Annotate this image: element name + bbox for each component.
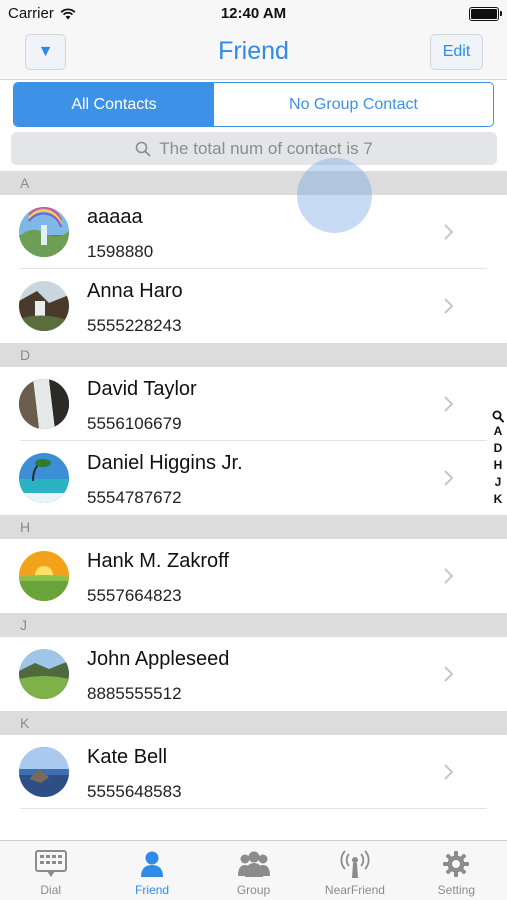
section-header-d: D (0, 343, 507, 367)
contact-row[interactable]: David Taylor 5556106679 (0, 367, 507, 441)
segment-no-group-contact[interactable]: No Group Contact (214, 83, 493, 126)
avatar (19, 551, 69, 601)
contact-name: Anna Haro (87, 280, 183, 302)
section-header-a: A (0, 171, 507, 195)
contact-row[interactable]: Daniel Higgins Jr. 5554787672 (0, 441, 507, 515)
group-icon (237, 849, 271, 879)
tab-label: Group (236, 883, 271, 897)
section-header-k: K (0, 711, 507, 735)
contact-list: A aaaaa 1598880 Anna Haro 5555228243 D D… (0, 171, 507, 809)
search-bar[interactable]: The total num of contact is 7 (11, 132, 497, 165)
person-icon (135, 849, 169, 879)
tab-bar: Dial Friend Group NearFriend Setting (0, 840, 507, 900)
search-icon (135, 141, 151, 156)
avatar (19, 281, 69, 331)
search-placeholder: The total num of contact is 7 (159, 138, 373, 158)
tab-label: NearFriend (324, 883, 385, 897)
contact-filter-segmented: All Contacts No Group Contact (13, 82, 494, 127)
section-header-j: J (0, 613, 507, 637)
tab-label: Dial (40, 883, 62, 897)
chevron-right-icon (444, 470, 454, 486)
contact-phone: 5554787672 (87, 488, 182, 507)
segment-all-contacts[interactable]: All Contacts (14, 83, 214, 126)
contact-phone: 5556106679 (87, 414, 182, 433)
contact-name: Daniel Higgins Jr. (87, 452, 243, 474)
avatar (19, 453, 69, 503)
chevron-right-icon (444, 224, 454, 240)
search-icon[interactable] (492, 410, 504, 423)
antenna-icon (338, 849, 372, 879)
contact-row[interactable]: Kate Bell 5555648583 (0, 735, 507, 809)
contact-name: Kate Bell (87, 746, 168, 768)
index-letter[interactable]: H (494, 457, 503, 474)
tab-nearfriend[interactable]: NearFriend (304, 841, 405, 900)
contact-phone: 5557664823 (87, 586, 182, 605)
contact-row[interactable]: Anna Haro 5555228243 (0, 269, 507, 343)
contact-name: aaaaa (87, 206, 143, 228)
chevron-right-icon (444, 764, 454, 780)
contact-row[interactable]: aaaaa 1598880 (0, 195, 507, 269)
status-bar: Carrier 12:40 AM (0, 0, 507, 28)
contact-phone: 1598880 (87, 242, 154, 261)
index-letter[interactable]: J (495, 474, 502, 491)
dialpad-icon (34, 849, 68, 879)
index-letter[interactable]: K (494, 491, 503, 508)
edit-button[interactable]: Edit (430, 34, 483, 70)
tab-label: Friend (135, 883, 170, 897)
avatar (19, 649, 69, 699)
chevron-right-icon (444, 396, 454, 412)
avatar (19, 207, 69, 257)
tab-friend[interactable]: Friend (101, 841, 202, 900)
chevron-right-icon (444, 298, 454, 314)
avatar (19, 747, 69, 797)
chevron-right-icon (444, 568, 454, 584)
section-header-h: H (0, 515, 507, 539)
index-letter[interactable]: A (494, 423, 503, 440)
index-letter[interactable]: D (494, 440, 503, 457)
contact-name: Hank M. Zakroff (87, 550, 229, 572)
contact-name: David Taylor (87, 378, 197, 400)
tab-label: Setting (437, 883, 475, 897)
contact-phone: 8885555512 (87, 684, 182, 703)
contact-phone: 5555228243 (87, 316, 182, 335)
contact-row[interactable]: Hank M. Zakroff 5557664823 (0, 539, 507, 613)
chevron-right-icon (444, 666, 454, 682)
gear-icon (439, 849, 473, 879)
clock: 12:40 AM (220, 5, 287, 22)
contact-name: John Appleseed (87, 648, 230, 670)
section-index[interactable]: A D H J K (490, 410, 506, 508)
contact-row[interactable]: John Appleseed 8885555512 (0, 637, 507, 711)
tab-dial[interactable]: Dial (0, 841, 101, 900)
nav-bar: ▼ Friend Edit (0, 28, 507, 80)
battery-icon (469, 7, 502, 21)
tab-setting[interactable]: Setting (406, 841, 507, 900)
avatar (19, 379, 69, 429)
contact-phone: 5555648583 (87, 782, 182, 801)
tab-group[interactable]: Group (203, 841, 304, 900)
touch-indicator (297, 158, 372, 233)
